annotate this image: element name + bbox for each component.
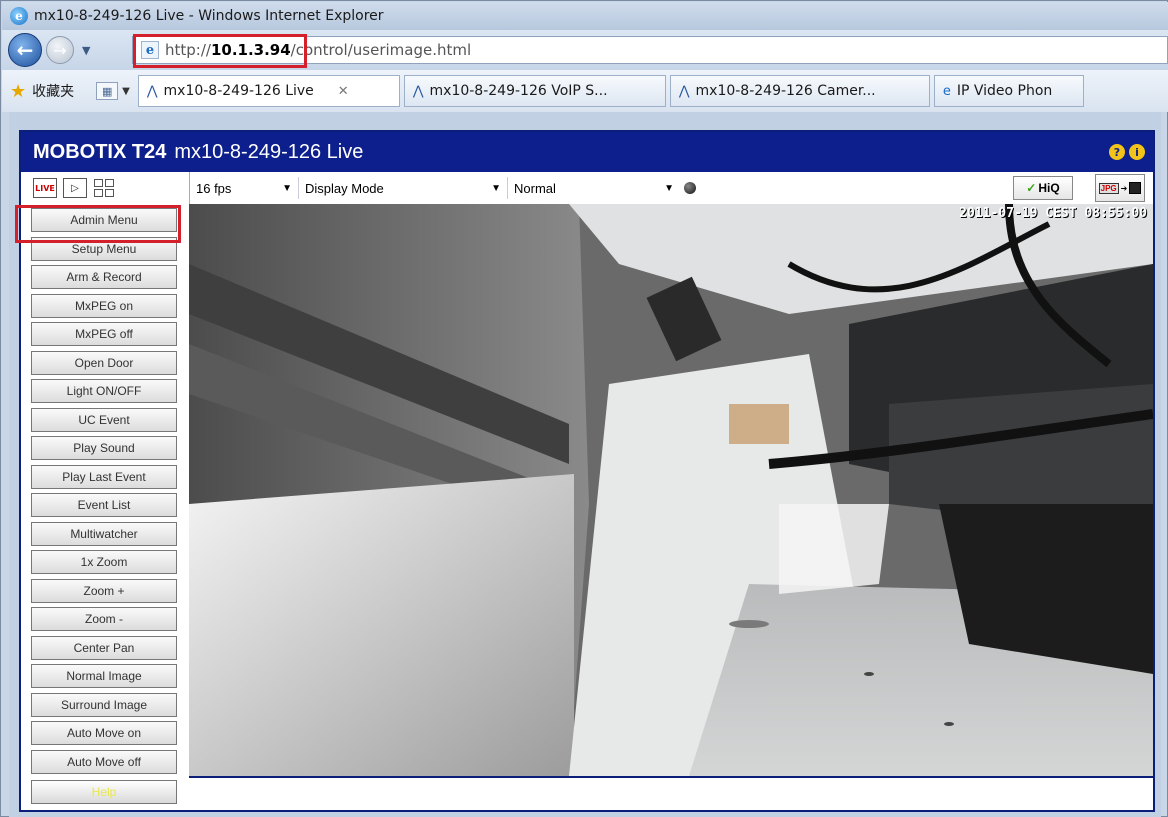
- favorites-label[interactable]: 收藏夹: [32, 81, 74, 101]
- hiq-button[interactable]: ✓ HiQ: [1013, 176, 1073, 200]
- highlight-box-address: [133, 34, 307, 68]
- close-tab-icon[interactable]: ✕: [338, 84, 349, 99]
- back-button[interactable]: ←: [8, 33, 42, 67]
- camera-feed-image: [189, 204, 1153, 776]
- view-mode-row: LIVE ▷: [21, 172, 181, 204]
- chevron-down-icon: ▼: [282, 182, 292, 194]
- live-mode-button[interactable]: LIVE: [33, 178, 57, 198]
- page-title: mx10-8-249-126 Live: [174, 140, 364, 163]
- floppy-disk-icon: [1129, 182, 1142, 194]
- tab-ip-video-phone[interactable]: e IP Video Phon: [933, 75, 1084, 107]
- timestamp-overlay: 2011-07-19 CEST 08:55:00: [959, 206, 1147, 221]
- address-path: /control/userimage.html: [290, 41, 472, 59]
- image-mode-select[interactable]: Normal ▼: [508, 176, 680, 200]
- fps-value: 16 fps: [196, 180, 232, 196]
- sidebar-button-1x-zoom[interactable]: 1x Zoom: [31, 550, 177, 574]
- sidebar-button-multiwatcher[interactable]: Multiwatcher: [31, 521, 177, 546]
- sidebar-button-arm-record[interactable]: Arm & Record: [31, 265, 177, 289]
- browser-window: e mx10-8-249-126 Live - Windows Internet…: [0, 0, 1168, 817]
- tab-label: mx10-8-249-126 Camer...: [695, 83, 876, 99]
- sidebar-button-zoom[interactable]: Zoom +: [31, 578, 177, 603]
- sidebar-button-mxpeg-on[interactable]: MxPEG on: [31, 293, 177, 318]
- mobotix-panel: MOBOTIX T24 mx10-8-249-126 Live ? i LIVE…: [19, 130, 1155, 812]
- jpg-label: JPG: [1098, 182, 1119, 194]
- arrow-right-icon: ➔: [1120, 183, 1128, 193]
- live-camera-image[interactable]: 2011-07-19 CEST 08:55:00: [189, 204, 1153, 776]
- image-mode-value: Normal: [514, 180, 556, 196]
- tab-live[interactable]: ⋀ mx10-8-249-126 Live ✕: [137, 75, 400, 107]
- window-title: mx10-8-249-126 Live - Windows Internet E…: [34, 8, 384, 24]
- sidebar-button-open-door[interactable]: Open Door: [31, 350, 177, 375]
- play-icon[interactable]: ▷: [63, 178, 87, 198]
- quick-tabs-dropdown-icon[interactable]: ▼: [122, 86, 130, 97]
- tab-camera[interactable]: ⋀ mx10-8-249-126 Camer...: [669, 75, 930, 107]
- hiq-label: HiQ: [1038, 181, 1060, 195]
- help-icon[interactable]: ?: [1109, 144, 1125, 160]
- ie-logo-icon: e: [10, 7, 28, 25]
- sidebar-button-event-list[interactable]: Event List: [31, 493, 177, 517]
- multiview-grid-icon[interactable]: [93, 178, 115, 198]
- sidebar-button-auto-move-on[interactable]: Auto Move on: [31, 721, 177, 745]
- tab-label: mx10-8-249-126 Live: [163, 83, 314, 99]
- tab-label: IP Video Phon: [956, 83, 1053, 99]
- toolbar: 16 fps ▼ Display Mode ▼ Normal ▼ ✓ HiQ J…: [189, 172, 1153, 204]
- mobotix-tab-icon: ⋀: [678, 83, 690, 99]
- info-icon[interactable]: i: [1129, 144, 1145, 160]
- status-dot-icon: [684, 182, 696, 194]
- mobotix-tab-icon: ⋀: [146, 83, 158, 99]
- mobotix-header: MOBOTIX T24 mx10-8-249-126 Live ? i: [21, 132, 1153, 172]
- display-mode-select[interactable]: Display Mode ▼: [299, 176, 507, 200]
- brand-name: MOBOTIX T24: [33, 140, 167, 163]
- sidebar-button-center-pan[interactable]: Center Pan: [31, 635, 177, 660]
- sidebar-button-mxpeg-off[interactable]: MxPEG off: [31, 322, 177, 346]
- forward-button[interactable]: →: [46, 36, 74, 64]
- sidebar-button-zoom[interactable]: Zoom -: [31, 607, 177, 631]
- sidebar-button-light-on-off[interactable]: Light ON/OFF: [31, 379, 177, 403]
- fps-select[interactable]: 16 fps ▼: [190, 176, 298, 200]
- mobotix-tab-icon: ⋀: [412, 83, 424, 99]
- favorites-star-icon[interactable]: ★: [10, 81, 26, 102]
- sidebar-button-auto-move-off[interactable]: Auto Move off: [31, 749, 177, 774]
- tab-bar: ★ 收藏夹 ▦ ▼ ⋀ mx10-8-249-126 Live ✕ ⋀ mx10…: [2, 70, 1168, 112]
- ie-tab-icon: e: [942, 83, 951, 99]
- chevron-down-icon: ▼: [491, 182, 501, 194]
- sidebar-button-play-sound[interactable]: Play Sound: [31, 436, 177, 460]
- sidebar-button-play-last-event[interactable]: Play Last Event: [31, 464, 177, 489]
- title-bar: e mx10-8-249-126 Live - Windows Internet…: [2, 2, 1168, 30]
- sidebar-button-surround-image[interactable]: Surround Image: [31, 692, 177, 717]
- sidebar-menu: Admin Menu Setup Menu Arm & Record MxPEG on…: [31, 208, 181, 808]
- sidebar-button-uc-event[interactable]: UC Event: [31, 407, 177, 432]
- help-button[interactable]: Help: [31, 779, 177, 804]
- display-mode-value: Display Mode: [305, 180, 384, 196]
- save-jpg-button[interactable]: JPG ➔: [1095, 174, 1145, 202]
- tab-label: mx10-8-249-126 VoIP S...: [429, 83, 608, 99]
- check-icon: ✓: [1026, 181, 1037, 195]
- chevron-down-icon: ▼: [664, 182, 674, 194]
- tab-voip[interactable]: ⋀ mx10-8-249-126 VoIP S...: [403, 75, 666, 107]
- page-content: MOBOTIX T24 mx10-8-249-126 Live ? i LIVE…: [9, 112, 1161, 817]
- history-dropdown-icon[interactable]: ▼: [82, 44, 90, 57]
- sidebar-button-normal-image[interactable]: Normal Image: [31, 664, 177, 688]
- quick-tabs-icon[interactable]: ▦: [96, 82, 119, 100]
- highlight-box-admin-menu: [15, 205, 181, 243]
- status-footer: [189, 776, 1153, 810]
